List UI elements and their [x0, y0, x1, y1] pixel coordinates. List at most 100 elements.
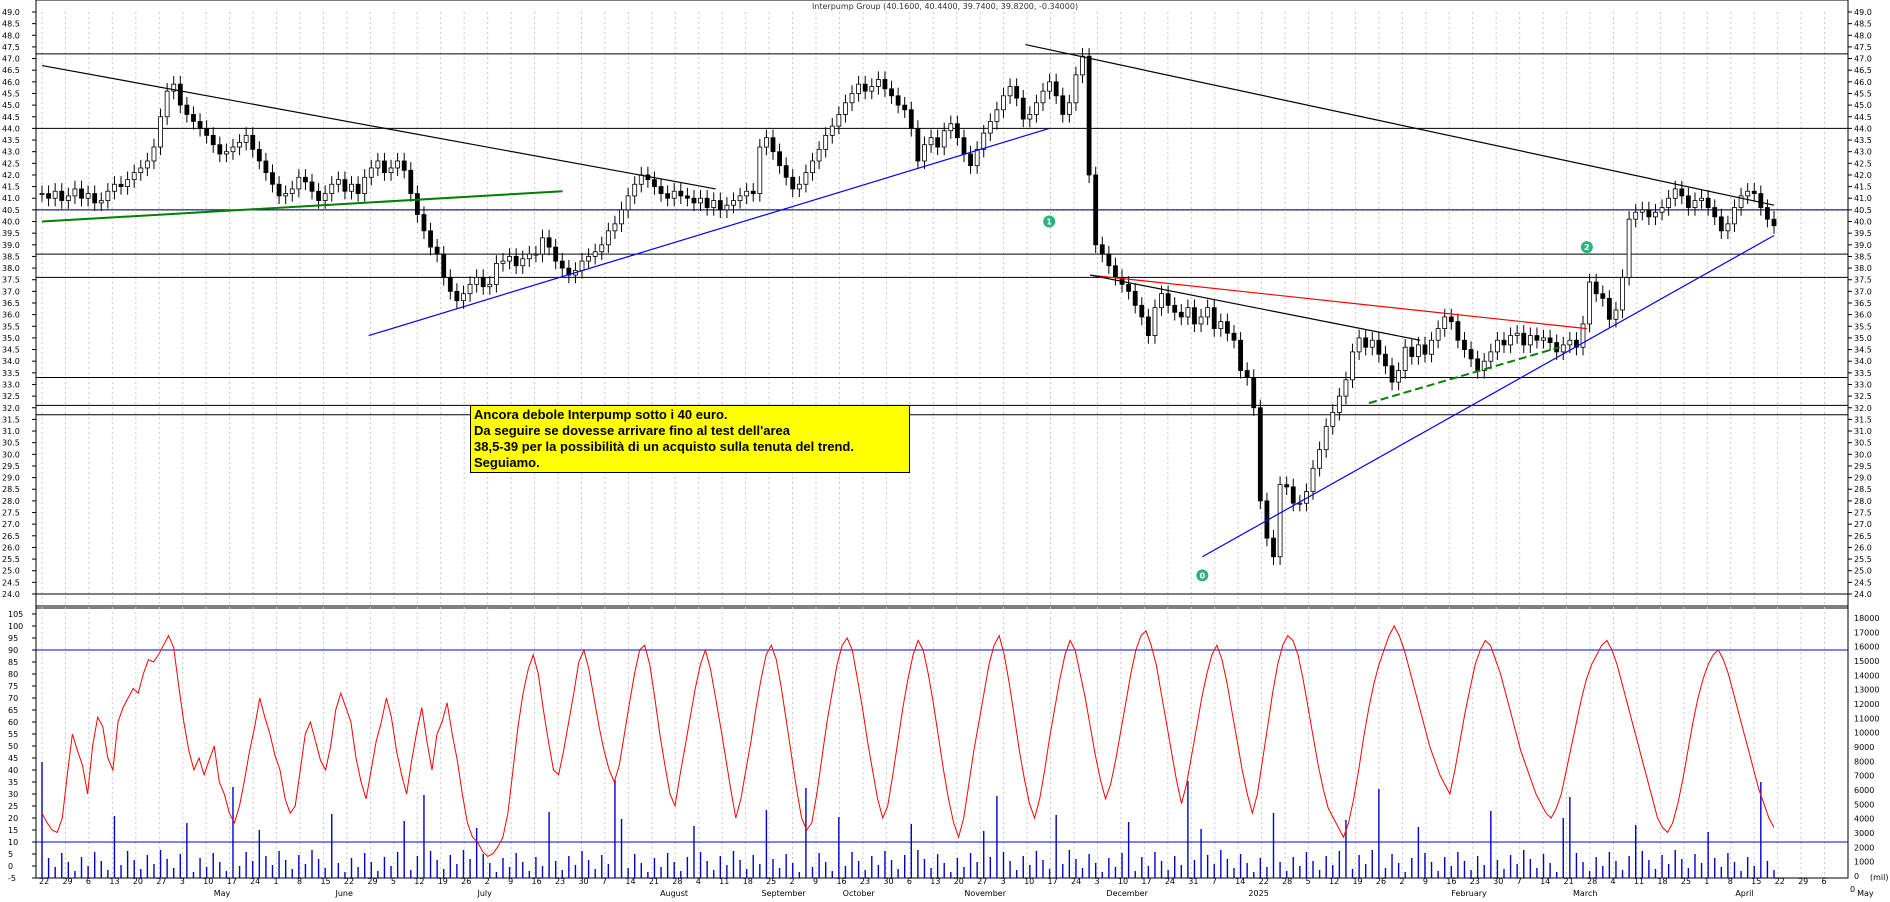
candle-body — [1567, 339, 1573, 346]
x-day-tick: 28 — [1587, 877, 1597, 886]
volume-tick-label: 7000 — [1854, 772, 1874, 781]
candle-body — [849, 93, 855, 104]
x-day-tick: 26 — [1376, 877, 1386, 886]
candle-body — [1751, 190, 1757, 194]
price-tick-label-right: 30.5 — [1854, 439, 1872, 448]
price-tick-label-right: 47.0 — [1854, 55, 1872, 64]
candle-body — [1402, 346, 1408, 371]
x-month-label: December — [1106, 889, 1148, 898]
candle-body — [191, 114, 196, 122]
x-day-tick: 21 — [649, 877, 659, 886]
oscillator-tick-label: 90 — [8, 646, 18, 655]
price-tick-label-right: 24.0 — [1854, 590, 1872, 599]
candle-body — [954, 123, 960, 139]
x-day-tick: 28 — [1282, 877, 1292, 886]
candle-body — [105, 190, 111, 201]
candle-body — [757, 146, 763, 194]
candle-body — [46, 193, 51, 199]
candle-body — [1745, 190, 1751, 197]
candle-body — [39, 193, 45, 195]
price-tick-label-left: 37.0 — [2, 287, 20, 296]
candle-body — [131, 172, 137, 181]
candle-body — [177, 83, 183, 106]
price-tick-label-left: 45.5 — [2, 89, 20, 98]
candle-body — [737, 195, 743, 201]
candle-body — [1376, 339, 1382, 355]
x-axis: 22 29 6 13 20 27 3 10 17 24 1 8 15 22 29 5 12 19 26 2 9 16 23 3… — [39, 877, 1874, 898]
price-tick-label-left: 24.0 — [2, 590, 20, 599]
note-line-1: Ancora debole Interpump sotto i 40 euro. — [474, 407, 728, 422]
candle-body — [1653, 211, 1658, 218]
price-tick-label-left: 35.0 — [2, 334, 20, 343]
x-day-tick: 7 — [1517, 877, 1522, 886]
candle-body — [684, 195, 690, 199]
price-tick-label-right: 34.0 — [1854, 357, 1872, 366]
volume-tick-label: 9000 — [1854, 743, 1874, 752]
price-tick-label-left: 46.5 — [2, 66, 20, 75]
candle-body — [1363, 337, 1369, 348]
price-tick-label-left: 32.5 — [2, 392, 20, 401]
candle-body — [434, 246, 440, 255]
candle-body — [1271, 537, 1276, 558]
volume-tick-label: 16000 — [1854, 643, 1879, 652]
price-tick-label-right: 35.5 — [1854, 322, 1872, 331]
price-tick-label-left: 44.0 — [2, 124, 20, 133]
candle-body — [829, 125, 835, 136]
volume-tick-label: 5000 — [1854, 800, 1874, 809]
x-month-label: October — [843, 889, 876, 898]
last-x-tick: 0 — [1850, 885, 1855, 894]
x-day-tick: 17 — [227, 877, 237, 886]
oscillator-tick-label: 40 — [8, 766, 18, 775]
candle-body — [1165, 293, 1171, 306]
x-day-tick: 14 — [1540, 877, 1550, 886]
candle-body — [783, 165, 789, 178]
candle-body — [803, 172, 809, 185]
candle-body — [698, 197, 703, 204]
oscillator-tick-label: 30 — [8, 790, 18, 799]
candle-body — [724, 204, 730, 211]
price-tick-label-right: 49.0 — [1854, 8, 1872, 17]
candle-body — [507, 256, 512, 262]
candle-body — [987, 121, 993, 134]
x-day-tick: 17 — [1141, 877, 1151, 886]
candle-body — [1113, 265, 1118, 278]
candle-body — [764, 137, 769, 148]
candle-body — [1541, 337, 1546, 341]
x-day-tick: 28 — [672, 877, 682, 886]
candle-body — [1705, 197, 1711, 208]
x-day-tick: 4 — [696, 877, 701, 886]
candle-body — [856, 83, 862, 94]
price-tick-label-right: 37.5 — [1854, 276, 1872, 285]
x-month-label: March — [1573, 889, 1597, 898]
price-tick-label-left: 32.0 — [2, 404, 20, 413]
oscillator-tick-label: 35 — [8, 778, 18, 787]
candle-body — [1257, 407, 1263, 502]
price-tick-label-left: 33.0 — [2, 380, 20, 389]
price-tick-label-right: 46.0 — [1854, 78, 1872, 87]
candle-body — [1475, 358, 1481, 371]
candle-body — [79, 188, 84, 199]
candle-body — [1659, 207, 1665, 213]
candle-body — [197, 121, 203, 129]
x-day-tick: 24 — [250, 877, 260, 886]
candle-body — [118, 183, 124, 188]
candle-body — [625, 195, 631, 211]
x-month-label: 2025 — [1248, 889, 1268, 898]
price-tick-label-right: 44.5 — [1854, 113, 1872, 122]
price-tick-label-right: 29.0 — [1854, 474, 1872, 483]
x-day-tick: 10 — [1024, 877, 1034, 886]
x-month-label: August — [660, 889, 688, 898]
candle-body — [579, 260, 585, 271]
oscillator-tick-label: 85 — [8, 658, 18, 667]
oscillator-frame — [35, 605, 1849, 879]
candle-body — [309, 181, 315, 192]
candle-body — [711, 200, 717, 208]
price-tick-label-left: 24.5 — [2, 578, 20, 587]
candle-body — [1152, 307, 1158, 336]
x-day-tick: 24 — [1071, 877, 1081, 886]
candle-body — [816, 148, 822, 162]
candle-body — [112, 183, 117, 192]
candle-body — [1646, 209, 1652, 218]
price-tick-label-right: 31.5 — [1854, 415, 1872, 424]
candle-body — [665, 193, 671, 199]
